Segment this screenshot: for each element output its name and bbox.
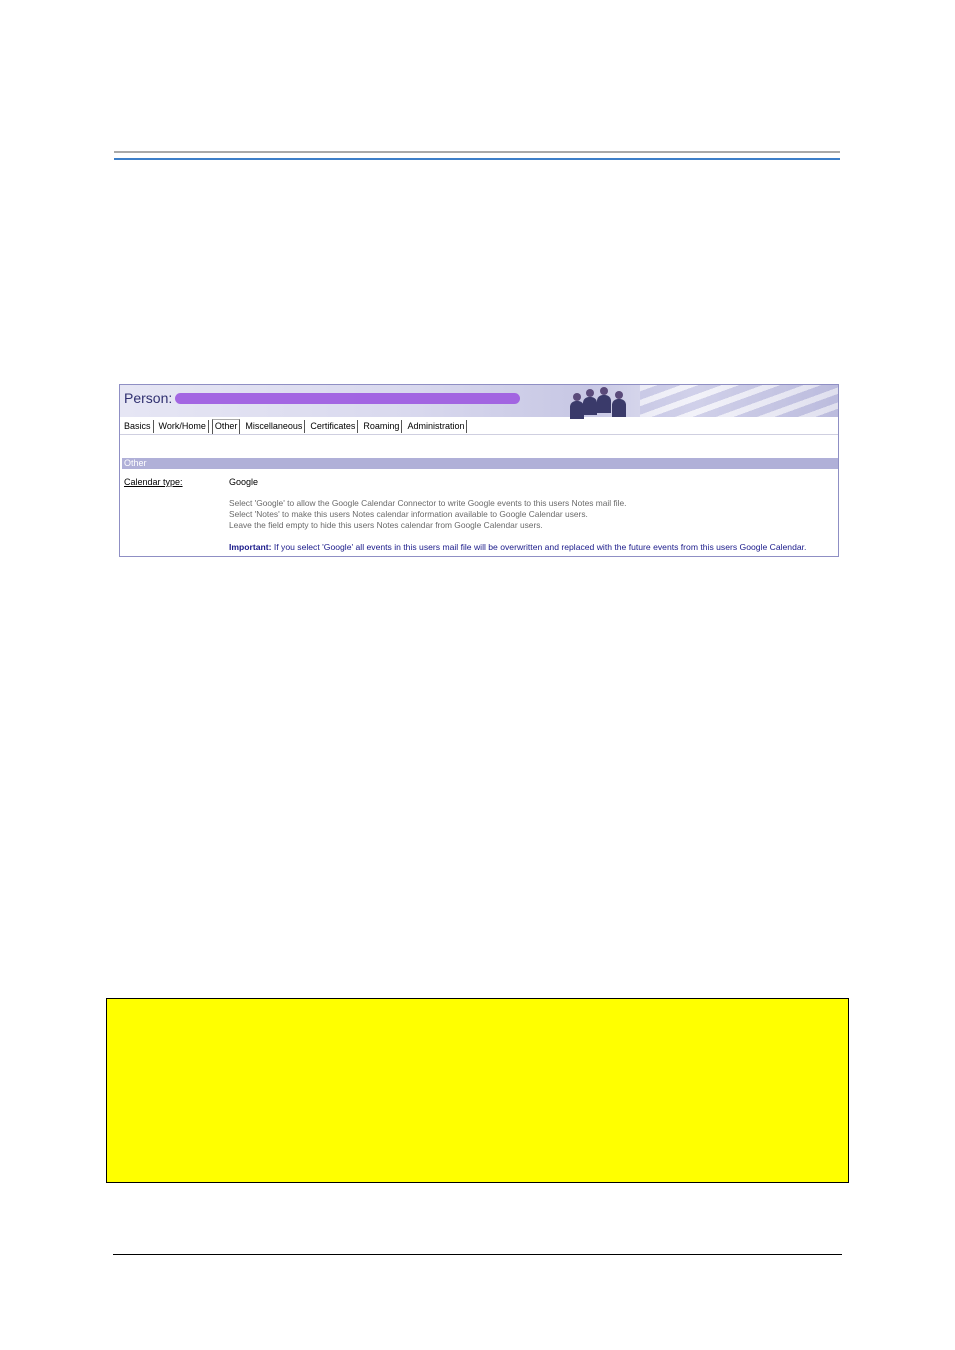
tab-certificates[interactable]: Certificates: [308, 420, 359, 433]
help-line: Select 'Notes' to make this users Notes …: [229, 509, 588, 519]
tab-basics[interactable]: Basics: [122, 420, 154, 433]
tab-roaming[interactable]: Roaming: [361, 420, 403, 433]
tab-bar: Basics Work/Home Other Miscellaneous Cer…: [122, 419, 470, 434]
highlight-note-box: [106, 998, 849, 1183]
important-note: Important: If you select 'Google' all ev…: [229, 542, 806, 552]
section-header: Other: [122, 458, 838, 469]
person-banner: Person:: [120, 385, 838, 419]
help-line: Leave the field empty to hide this users…: [229, 520, 543, 530]
tab-other[interactable]: Other: [211, 419, 241, 434]
person-title: Person:: [124, 390, 173, 406]
tab-miscellaneous[interactable]: Miscellaneous: [243, 420, 306, 433]
calendar-type-value[interactable]: Google: [229, 477, 258, 487]
important-text: If you select 'Google' all events in thi…: [271, 542, 807, 552]
header-rule-gray: [114, 151, 840, 153]
redacted-name: [175, 393, 520, 404]
tabs-divider: [120, 434, 838, 435]
help-text: Select 'Google' to allow the Google Cale…: [229, 498, 627, 531]
people-photo-icon: [568, 386, 632, 419]
person-document-screenshot: Person: Basics Work/Home Other Miscellan…: [119, 384, 839, 557]
important-label: Important:: [229, 542, 272, 552]
section-title: Other: [124, 458, 147, 468]
footer-rule: [113, 1254, 842, 1255]
tab-work-home[interactable]: Work/Home: [157, 420, 209, 433]
help-line: Select 'Google' to allow the Google Cale…: [229, 498, 627, 508]
calendar-type-label: Calendar type:: [124, 477, 183, 487]
tab-administration[interactable]: Administration: [405, 420, 468, 433]
banner-decoration: [640, 385, 838, 417]
header-rule-blue: [114, 158, 840, 160]
